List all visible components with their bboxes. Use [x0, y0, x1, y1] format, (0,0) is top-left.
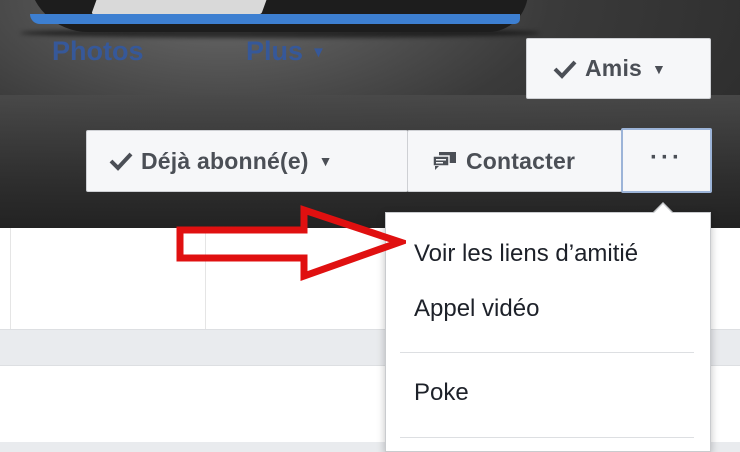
- more-dots-icon: ···: [650, 143, 683, 171]
- cover-car-light: [91, 0, 269, 14]
- menu-divider: [400, 437, 694, 438]
- cover-photo: [0, 0, 740, 228]
- tab-more-label: Plus: [246, 36, 304, 66]
- friends-button[interactable]: Amis ▼: [526, 38, 711, 99]
- menu-item-poke[interactable]: Poke: [414, 379, 469, 407]
- menu-item-video-call[interactable]: Appel vidéo: [414, 295, 539, 323]
- menu-item-see-friendship[interactable]: Voir les liens d’amitié: [414, 240, 638, 268]
- message-button-label: Contacter: [466, 147, 576, 174]
- menu-divider: [400, 352, 694, 353]
- check-icon: [553, 59, 577, 79]
- more-options-button[interactable]: ···: [621, 128, 712, 193]
- caret-down-icon: ▼: [311, 44, 326, 62]
- tab-photos[interactable]: Photos: [52, 36, 144, 67]
- menu-pointer-fill: [653, 204, 673, 214]
- more-options-menu: Voir les liens d’amitié Appel vidéo Poke: [385, 212, 711, 452]
- nav-divider: [10, 228, 11, 329]
- friends-button-label: Amis: [585, 55, 643, 81]
- following-button-label: Déjà abonné(e): [141, 147, 309, 174]
- cover-car-stripe: [30, 14, 520, 24]
- message-button[interactable]: Contacter: [407, 130, 622, 192]
- check-icon: [109, 151, 133, 171]
- caret-down-icon: ▼: [652, 60, 667, 77]
- message-icon: [432, 151, 458, 171]
- caret-down-icon: ▼: [318, 153, 333, 169]
- red-arrow-annotation: [176, 205, 406, 281]
- following-button[interactable]: Déjà abonné(e) ▼: [86, 130, 408, 192]
- tab-more[interactable]: Plus ▼: [246, 36, 326, 67]
